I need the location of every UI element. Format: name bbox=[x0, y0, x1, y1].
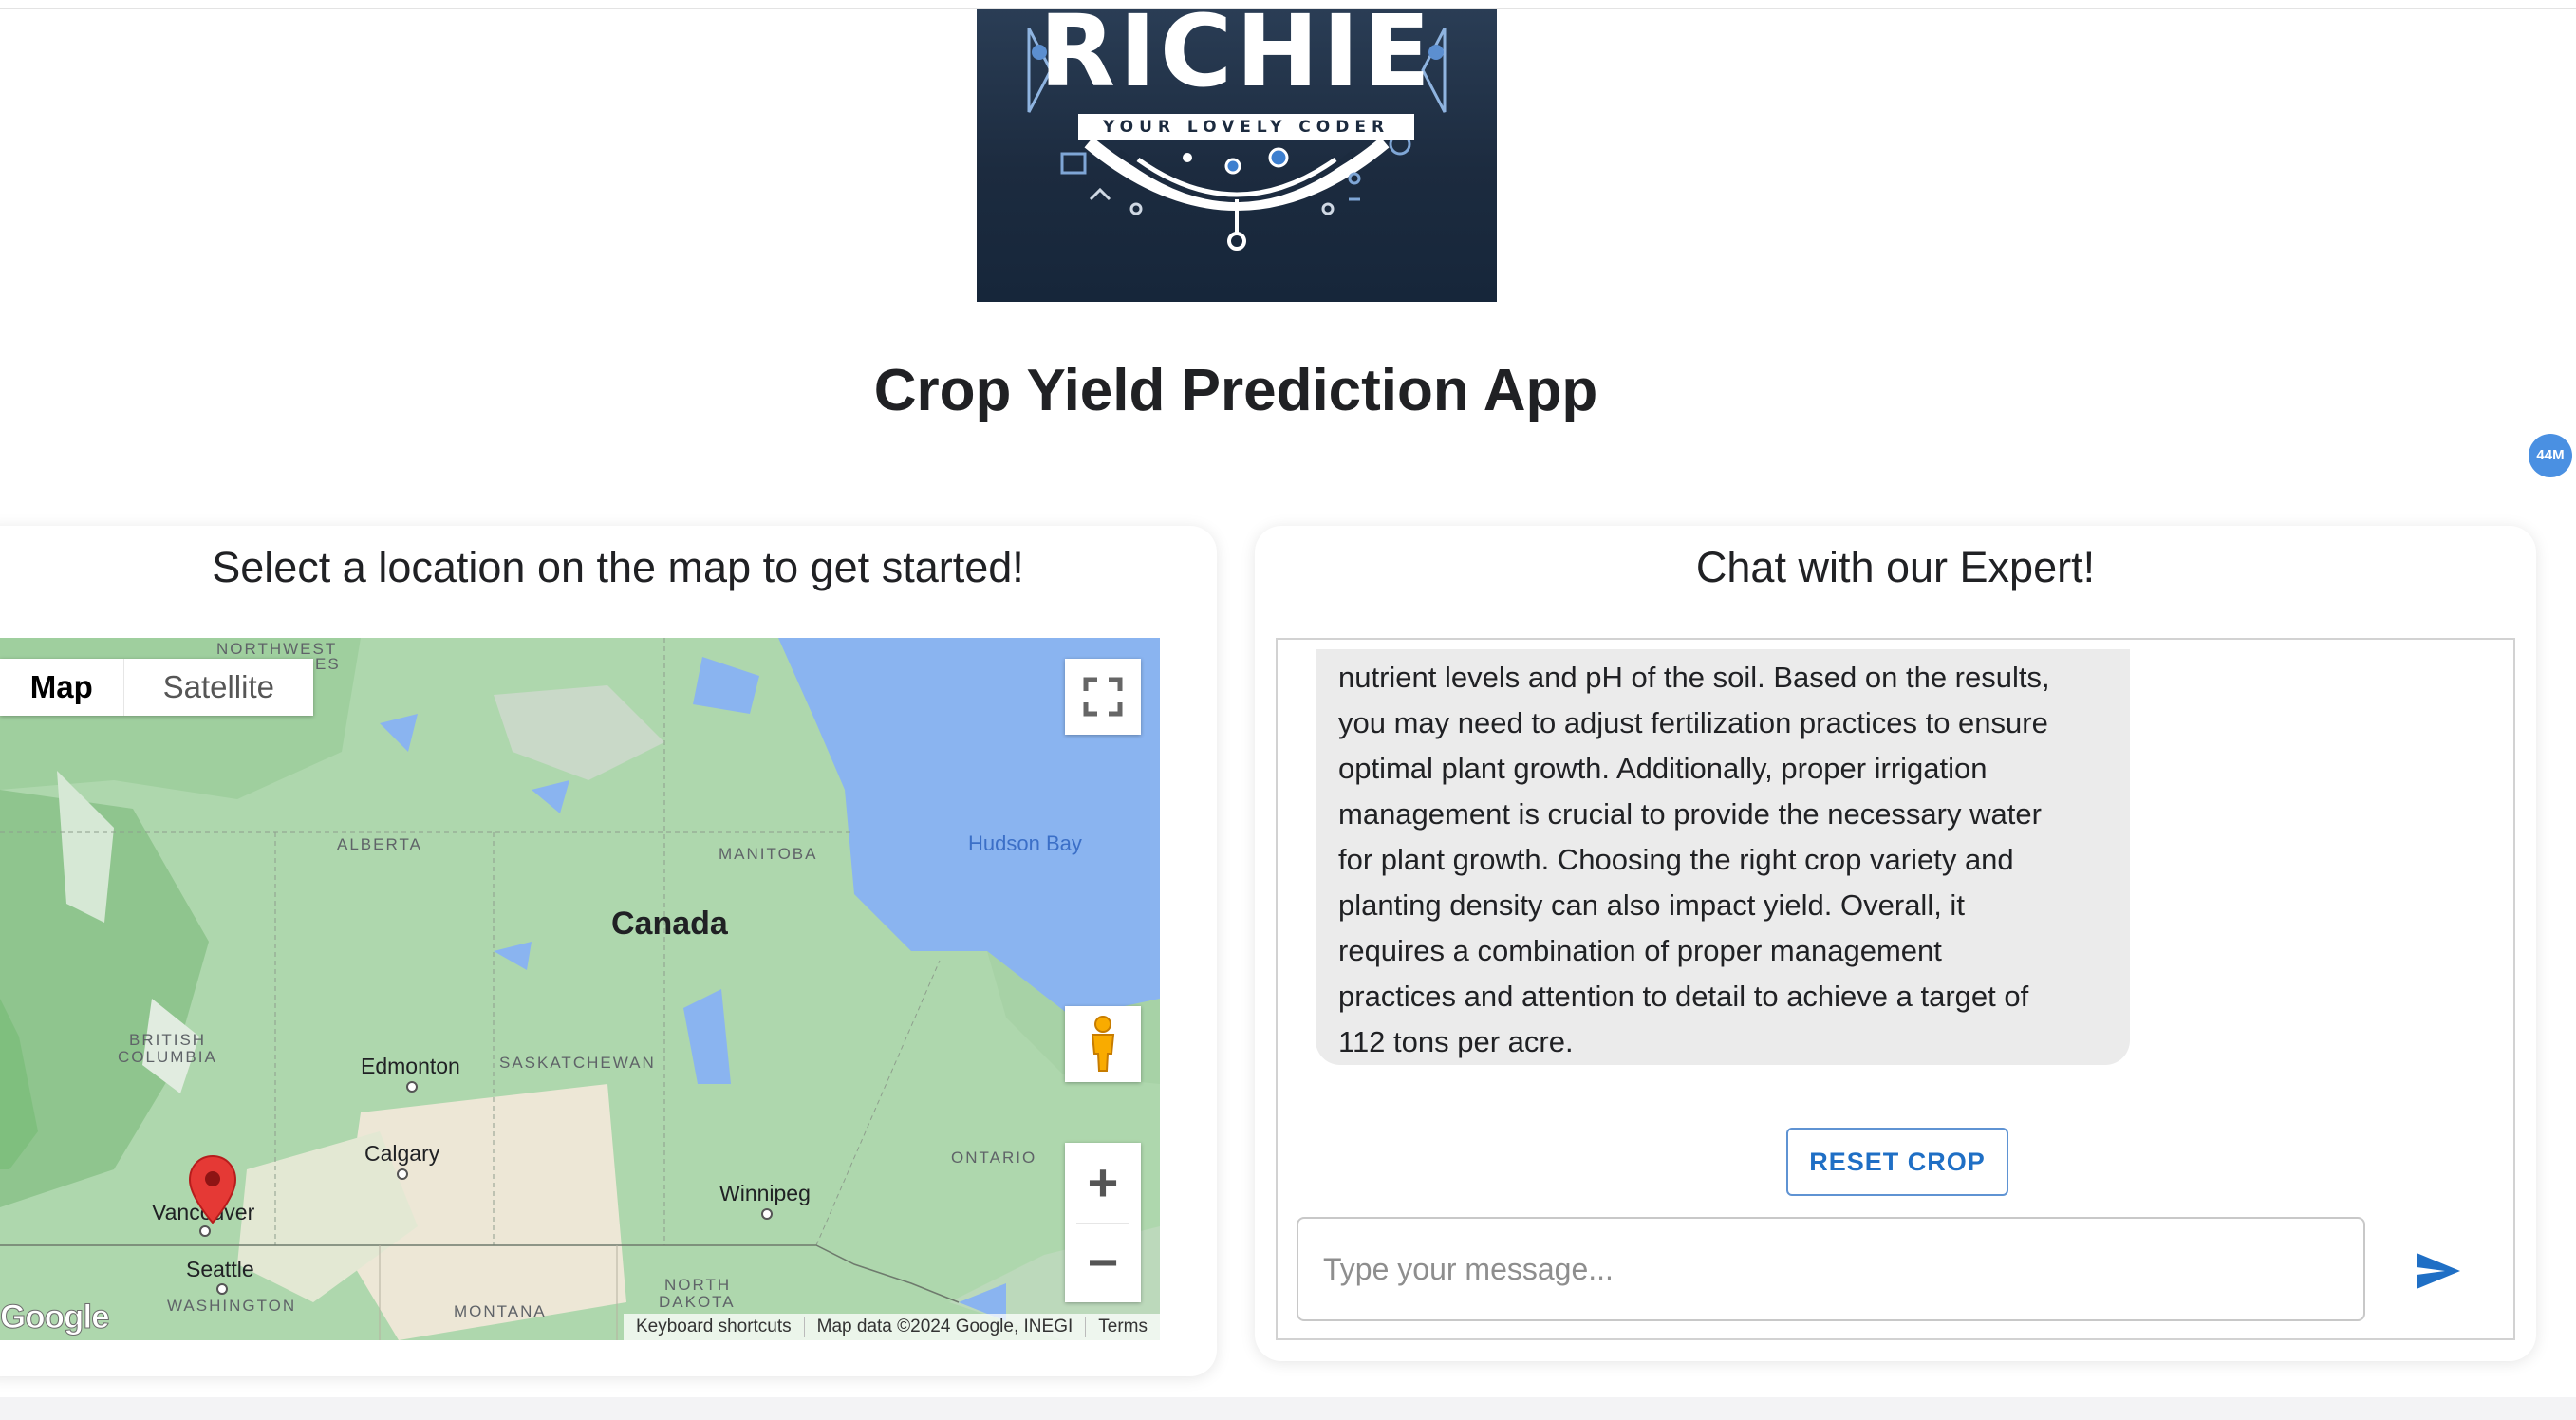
richie-logo: RICHIE YOUR LOVELY CODER bbox=[977, 9, 1497, 302]
page-title: Crop Yield Prediction App bbox=[873, 358, 1598, 423]
map-region-label: MONTANA bbox=[454, 1302, 547, 1320]
floating-badge[interactable]: 44M bbox=[2529, 434, 2572, 477]
message-line: optimal plant growth. Additionally, prop… bbox=[1338, 752, 1988, 785]
map-type-control: Map Satellite bbox=[0, 659, 313, 716]
message-line: you may need to adjust fertilization pra… bbox=[1338, 706, 2048, 739]
map-city-label: Seattle bbox=[186, 1257, 254, 1281]
map-data-text: Map data ©2024 Google, INEGI bbox=[803, 1317, 1086, 1337]
logo-word: RICHIE bbox=[1039, 9, 1434, 109]
message-line: requires a combination of proper managem… bbox=[1338, 934, 1942, 967]
google-logo[interactable]: Google bbox=[0, 1299, 110, 1336]
reset-crop-button[interactable]: RESET CROP bbox=[1786, 1128, 2008, 1196]
map-region-label: MANITOBA bbox=[719, 845, 818, 863]
map-water-label: Hudson Bay bbox=[968, 831, 1082, 855]
map-country-label: Canada bbox=[611, 906, 728, 942]
terms-link[interactable]: Terms bbox=[1085, 1317, 1160, 1337]
fullscreen-button[interactable] bbox=[1065, 659, 1141, 735]
map-marker-icon[interactable] bbox=[188, 1154, 237, 1230]
map-city-label: Calgary bbox=[364, 1141, 440, 1166]
chat-card-title: Chat with our Expert! bbox=[1695, 543, 2096, 591]
zoom-control: + − bbox=[1065, 1143, 1141, 1302]
message-line: management is crucial to provide the nec… bbox=[1338, 797, 2042, 831]
map-region-label: BRITISH bbox=[129, 1031, 207, 1049]
bottom-bar bbox=[0, 1397, 2576, 1420]
map-region-label: SASKATCHEWAN bbox=[499, 1054, 656, 1072]
map-type-satellite-button[interactable]: Satellite bbox=[124, 659, 313, 716]
map-region-label: ES bbox=[315, 655, 341, 673]
map-type-map-button[interactable]: Map bbox=[0, 659, 124, 716]
map-attribution: Keyboard shortcuts Map data ©2024 Google… bbox=[623, 1314, 1160, 1340]
street-view-button[interactable] bbox=[1065, 1006, 1141, 1082]
message-line: practices and attention to detail to ach… bbox=[1338, 980, 2029, 1013]
message-input[interactable] bbox=[1297, 1217, 2365, 1321]
bot-message: nutrient levels and pH of the soil. Base… bbox=[1316, 649, 2130, 1065]
map-city-label: Winnipeg bbox=[719, 1181, 811, 1205]
send-icon[interactable] bbox=[2413, 1245, 2464, 1297]
map-terrain bbox=[0, 638, 1160, 1340]
chat-panel[interactable]: nutrient levels and pH of the soil. Base… bbox=[1276, 638, 2515, 1340]
map-region-label: ONTARIO bbox=[951, 1149, 1037, 1167]
message-line: 112 tons per acre. bbox=[1338, 1025, 1574, 1058]
map-region-label: DAKOTA bbox=[659, 1293, 736, 1311]
map-city-label: Edmonton bbox=[361, 1054, 460, 1078]
pegman-icon bbox=[1091, 1016, 1115, 1072]
zoom-in-button[interactable]: + bbox=[1065, 1143, 1141, 1223]
zoom-out-button[interactable]: − bbox=[1065, 1223, 1141, 1302]
message-line: nutrient levels and pH of the soil. Base… bbox=[1338, 661, 2050, 694]
logo-tagline: YOUR LOVELY CODER bbox=[1078, 114, 1414, 140]
map-region-label: WASHINGTON bbox=[167, 1297, 297, 1315]
map-region-label: NORTH bbox=[664, 1276, 732, 1294]
map[interactable]: NORTHWEST ES ALBERTA MANITOBA BRITISH CO… bbox=[0, 638, 1160, 1340]
fullscreen-icon bbox=[1083, 677, 1123, 717]
map-region-label: COLUMBIA bbox=[118, 1048, 217, 1066]
message-line: for plant growth. Choosing the right cro… bbox=[1338, 843, 2014, 876]
message-line: planting density can also impact yield. … bbox=[1338, 888, 1965, 922]
keyboard-shortcuts-link[interactable]: Keyboard shortcuts bbox=[624, 1317, 804, 1337]
map-region-label: ALBERTA bbox=[337, 835, 422, 853]
map-card-title: Select a location on the map to get star… bbox=[212, 543, 1024, 591]
